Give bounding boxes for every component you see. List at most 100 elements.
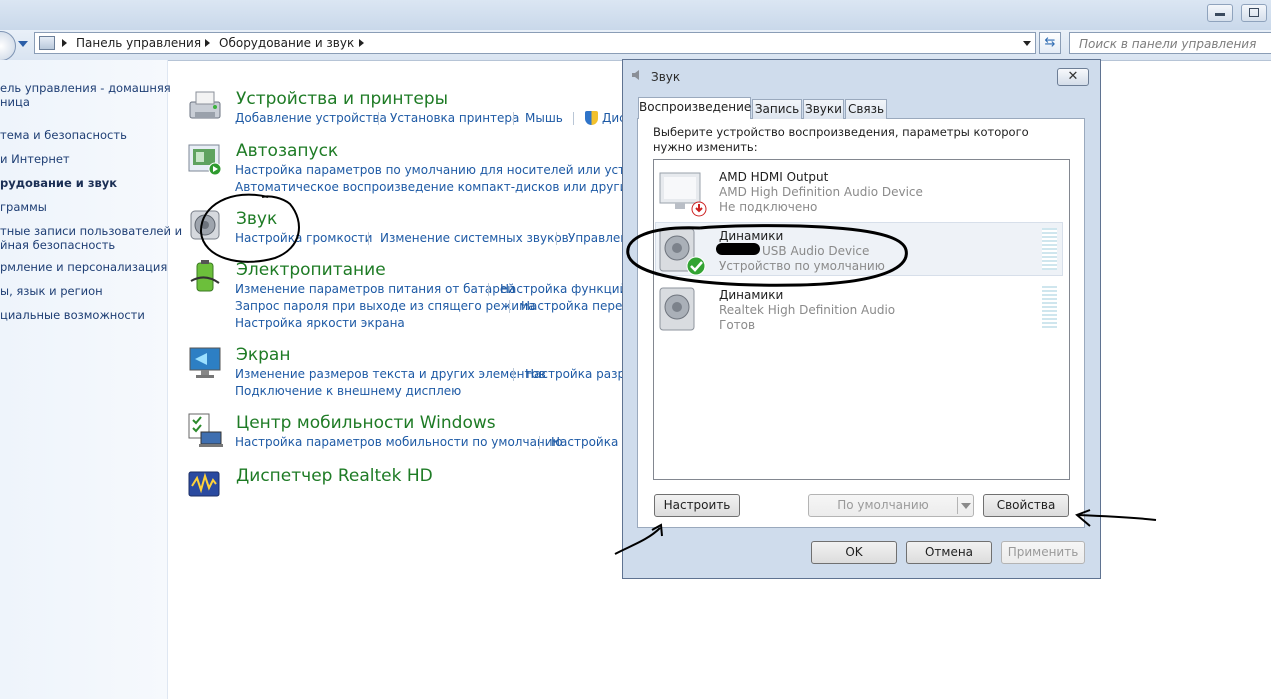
link-separator (573, 112, 574, 125)
device-name[interactable]: Динамики (719, 229, 783, 243)
link-autoplay-defaults[interactable]: Настройка параметров по умолчанию для но… (235, 163, 669, 177)
tab-recording[interactable]: Запись (752, 99, 802, 119)
nav-item-network[interactable]: и Интернет (0, 152, 70, 166)
nav-item-label: ель управления - домашняя (0, 81, 171, 95)
nav-item-appearance[interactable]: рмление и персонализация (0, 260, 167, 274)
link-separator (488, 283, 489, 296)
hdmi-monitor-icon (657, 170, 707, 218)
speaker-icon (657, 226, 707, 276)
printer-icon (187, 88, 223, 124)
link-wake-password[interactable]: Запрос пароля при выходе из спящего режи… (235, 299, 536, 313)
section-title-realtek[interactable]: Диспетчер Realtek HD (236, 466, 433, 486)
speaker-icon (657, 285, 707, 335)
link-autoplay-cd[interactable]: Автоматическое воспроизведение компакт-д… (235, 180, 682, 194)
realtek-icon (187, 466, 223, 502)
nav-item-region[interactable]: ы, язык и регион (0, 284, 103, 298)
properties-button[interactable]: Свойства (983, 494, 1069, 517)
tab-communications[interactable]: Связь (845, 99, 887, 119)
link-mobility-defaults[interactable]: Настройка параметров мобильности по умол… (235, 435, 563, 449)
section-title-devices[interactable]: Устройства и принтеры (236, 89, 448, 109)
link-text-size[interactable]: Изменение размеров текста и других элеме… (235, 367, 546, 381)
link-separator (378, 112, 379, 125)
search-input[interactable]: Поиск в панели управления (1069, 32, 1271, 54)
link-add-printer[interactable]: Установка принтера (390, 111, 519, 125)
link-system-sounds[interactable]: Изменение системных звуков (380, 231, 569, 245)
refresh-button[interactable]: ⇆ (1039, 32, 1061, 54)
battery-icon (187, 259, 223, 295)
device-driver: Realtek High Definition Audio (719, 303, 896, 317)
breadcrumb-control-panel[interactable]: Панель управления (76, 36, 201, 50)
link-separator (513, 112, 514, 125)
nav-item-accessibility[interactable]: циальные возможности (0, 308, 145, 322)
nav-item-label: йная безопасность (0, 238, 116, 252)
refresh-icon: ⇆ (1044, 35, 1056, 50)
device-name[interactable]: AMD HDMI Output (719, 170, 828, 184)
link-separator (368, 232, 369, 245)
link-external-display[interactable]: Подключение к внешнему дисплею (235, 384, 461, 398)
link-adjust-volume[interactable]: Настройка громкости (235, 231, 372, 245)
breadcrumb-arrow-icon[interactable] (359, 39, 364, 47)
display-icon (187, 345, 223, 381)
volume-meter (1042, 228, 1057, 270)
link-screen-brightness[interactable]: Настройка яркости экрана (235, 316, 405, 330)
minimize-icon (1215, 13, 1225, 16)
nav-item-label: ница (0, 95, 30, 109)
device-name[interactable]: Динамики (719, 288, 783, 302)
nav-item-hardware-sound[interactable]: рудование и звук (0, 176, 117, 190)
device-driver: AMD High Definition Audio Device (719, 185, 923, 199)
instructions-text: Выберите устройство воспроизведения, пар… (653, 125, 1029, 154)
address-bar[interactable]: Панель управления Оборудование и звук (34, 32, 1036, 54)
link-separator (539, 436, 540, 449)
configure-button[interactable]: Настроить (654, 494, 740, 517)
restore-icon (1249, 8, 1259, 17)
link-mouse[interactable]: Мышь (525, 111, 563, 125)
breadcrumb-arrow-icon[interactable] (205, 39, 210, 47)
ok-button[interactable]: OK (811, 541, 897, 564)
set-default-button[interactable]: По умолчанию (808, 494, 974, 517)
minimize-button[interactable] (1207, 4, 1233, 22)
mobility-center-icon (187, 412, 223, 448)
autoplay-icon (187, 142, 223, 178)
device-status: Готов (719, 318, 756, 332)
address-dropdown-icon[interactable] (1023, 41, 1031, 46)
link-resolution[interactable]: Настройка разре (525, 367, 633, 381)
device-status: Устройство по умолчанию (719, 259, 885, 273)
title-bar (0, 0, 1271, 30)
link-sleep-settings[interactable]: Настройка перехо (521, 299, 637, 313)
section-title-display[interactable]: Экран (236, 345, 290, 365)
section-title-sound[interactable]: Звук (236, 209, 277, 229)
link-separator (556, 232, 557, 245)
control-panel-icon (39, 36, 55, 50)
history-dropdown-icon[interactable] (18, 41, 28, 47)
section-title-autoplay[interactable]: Автозапуск (236, 141, 338, 161)
link-add-device[interactable]: Добавление устройства (235, 111, 387, 125)
split-divider (957, 497, 958, 514)
apply-button[interactable]: Применить (1001, 541, 1085, 564)
cancel-button[interactable]: Отмена (906, 541, 992, 564)
link-manage-audio[interactable]: Управлен (568, 231, 628, 245)
chevron-down-icon[interactable] (961, 503, 971, 509)
link-power-buttons[interactable]: Настройка функций к (500, 282, 638, 296)
close-icon: ✕ (1067, 69, 1079, 84)
link-battery-settings[interactable]: Изменение параметров питания от батарей (235, 282, 515, 296)
left-navigation: ель управления - домашняя ница тема и без… (0, 60, 182, 699)
nav-item-user-accounts[interactable]: тные записи пользователей и йная безопасн… (0, 224, 182, 252)
tab-playback[interactable]: Воспроизведение (638, 97, 751, 119)
nav-item-home[interactable]: ель управления - домашняя ница (0, 81, 171, 109)
tab-sounds[interactable]: Звуки (803, 99, 844, 119)
nav-item-programs[interactable]: граммы (0, 200, 47, 214)
set-default-label: По умолчанию (837, 498, 929, 512)
speaker-icon (631, 69, 645, 81)
speaker-icon (187, 207, 223, 243)
breadcrumb-hardware-sound[interactable]: Оборудование и звук (219, 36, 354, 50)
close-button[interactable]: ✕ (1057, 68, 1089, 86)
dialog-title: Звук (651, 70, 681, 84)
restore-button[interactable] (1241, 4, 1267, 22)
nav-item-system-security[interactable]: тема и безопасность (0, 128, 127, 142)
redaction-mark (716, 243, 760, 255)
section-title-power[interactable]: Электропитание (236, 260, 386, 280)
breadcrumb-arrow-icon[interactable] (62, 39, 67, 47)
volume-meter (1042, 286, 1057, 328)
section-title-mobility[interactable]: Центр мобильности Windows (236, 413, 496, 433)
device-list (653, 159, 1070, 480)
